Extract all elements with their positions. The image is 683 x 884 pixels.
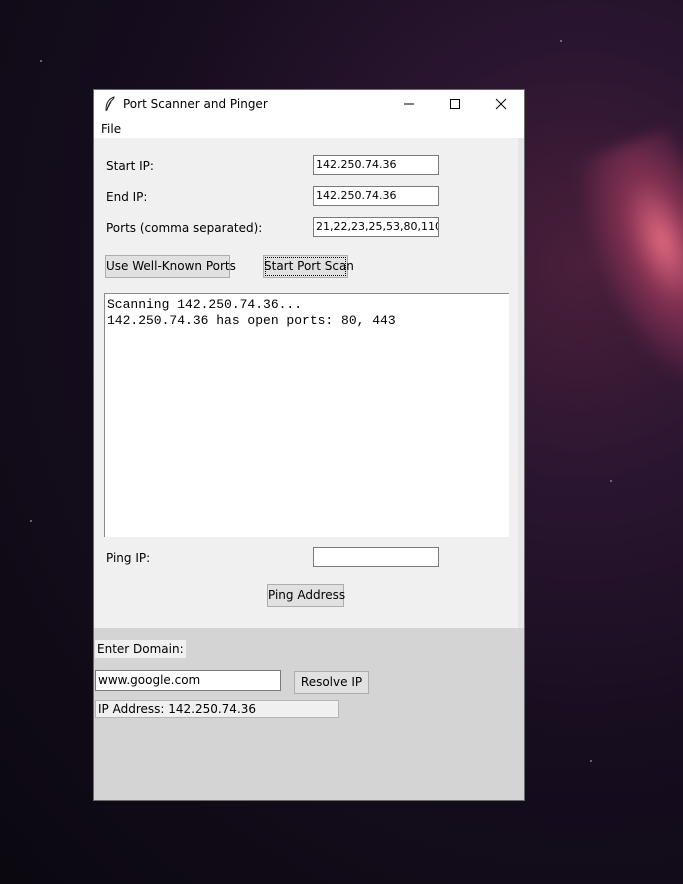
start-port-scan-button[interactable]: Start Port Scan — [263, 255, 354, 278]
scanner-panel: Start IP: 142.250.74.36 End IP: 142.250.… — [94, 138, 518, 628]
start-ip-input[interactable]: 142.250.74.36 — [313, 155, 439, 175]
ports-label: Ports (comma separated): — [106, 221, 263, 235]
scan-output-text[interactable]: Scanning 142.250.74.36... 142.250.74.36 … — [104, 293, 509, 537]
ip-result-label: IP Address: 142.250.74.36 — [95, 700, 339, 718]
star — [610, 480, 612, 482]
ports-input[interactable]: 21,22,23,25,53,80,110,143 — [313, 217, 439, 237]
feather-icon — [104, 96, 116, 112]
domain-label: Enter Domain: — [95, 640, 186, 658]
desktop-nebula — [559, 127, 683, 413]
menu-bar: File — [94, 118, 524, 138]
close-icon — [495, 98, 507, 110]
app-window: Port Scanner and Pinger File Start IP: 1… — [94, 90, 524, 800]
start-ip-label: Start IP: — [106, 159, 154, 173]
maximize-icon — [450, 99, 460, 109]
ping-ip-input[interactable] — [313, 547, 439, 567]
end-ip-input[interactable]: 142.250.74.36 — [313, 186, 439, 206]
resolve-ip-button[interactable]: Resolve IP — [294, 671, 369, 694]
title-bar[interactable]: Port Scanner and Pinger — [94, 90, 524, 118]
panel-edge — [518, 138, 524, 628]
minimize-icon — [404, 103, 414, 105]
end-ip-label: End IP: — [106, 190, 148, 204]
maximize-button[interactable] — [432, 90, 478, 118]
use-well-known-ports-button[interactable]: Use Well-Known Ports — [105, 255, 236, 278]
window-title: Port Scanner and Pinger — [123, 97, 268, 111]
menu-file[interactable]: File — [101, 122, 121, 136]
close-button[interactable] — [478, 90, 524, 118]
star — [590, 760, 592, 762]
domain-input[interactable]: www.google.com — [95, 670, 281, 691]
star — [560, 40, 562, 42]
star — [40, 60, 42, 62]
star — [30, 520, 32, 522]
ping-address-button[interactable]: Ping Address — [267, 584, 345, 607]
minimize-button[interactable] — [386, 90, 432, 118]
ping-ip-label: Ping IP: — [106, 551, 151, 565]
